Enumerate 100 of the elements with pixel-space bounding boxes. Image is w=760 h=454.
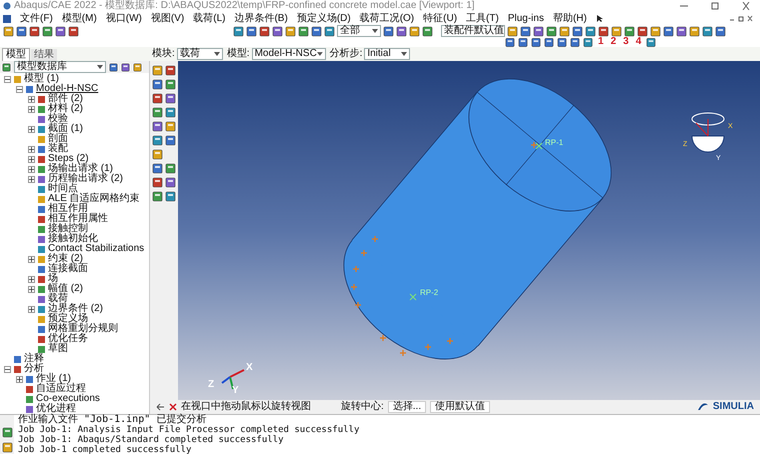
module-tool-icon[interactable] <box>165 135 176 146</box>
menu-item[interactable]: 视图(V) <box>150 14 184 24</box>
display-tool-icon[interactable] <box>702 26 713 36</box>
view-tool-icon[interactable] <box>246 26 257 36</box>
display-tool-icon[interactable] <box>598 26 609 36</box>
file-tool-icon[interactable] <box>16 26 27 36</box>
display-tool-icon[interactable] <box>715 26 726 36</box>
tree-item[interactable]: Steps (2) <box>48 154 89 164</box>
tree-item[interactable]: 材料 (2) <box>48 104 83 114</box>
maximize-icon[interactable] <box>710 2 720 10</box>
module-tool-icon[interactable] <box>152 107 163 118</box>
view-orientation-icon[interactable] <box>583 36 593 48</box>
file-tool-icon[interactable] <box>29 26 40 36</box>
tree-item[interactable]: 预定义场 <box>48 314 88 324</box>
tree-item[interactable]: 相互作用属性 <box>48 214 108 224</box>
file-tool-icon[interactable] <box>3 26 14 36</box>
tree-item[interactable]: 注释 <box>24 354 44 364</box>
app-menu-icon[interactable] <box>3 14 11 22</box>
file-tool-icon[interactable] <box>68 26 79 36</box>
menu-item[interactable]: 视口(W) <box>106 14 142 24</box>
expand-toggle[interactable] <box>28 256 35 262</box>
tree-selector-dropdown[interactable]: 模型数据库 <box>14 61 106 73</box>
display-tool-icon[interactable] <box>663 26 674 36</box>
module-tool-icon[interactable] <box>165 177 176 188</box>
tree-item[interactable]: 装配 <box>48 144 68 154</box>
collapse-toggle[interactable] <box>4 76 11 82</box>
menu-item[interactable]: 帮助(H) <box>552 14 587 24</box>
tree-item[interactable]: 优化任务 <box>48 334 88 344</box>
menu-item[interactable]: 文件(F) <box>20 14 53 24</box>
tree-item[interactable]: ALE 自适应网格约束 <box>48 194 140 204</box>
selection-filter-dropdown[interactable]: 全部 <box>337 25 381 37</box>
tree-item[interactable]: 接触控制 <box>48 224 88 234</box>
tree-item[interactable]: 相互作用 <box>48 204 88 214</box>
view-orientation-icon[interactable] <box>570 36 580 48</box>
display-group-dropdown[interactable]: 装配件默认值 <box>441 25 505 37</box>
view-orientation-icon[interactable] <box>505 36 515 48</box>
tree-item[interactable]: 历程输出请求 (2) <box>48 174 123 184</box>
menu-item[interactable]: 工具(T) <box>466 14 499 24</box>
module-tool-icon[interactable] <box>165 107 176 118</box>
tree-item[interactable]: 草图 <box>48 344 68 354</box>
module-tool-icon[interactable] <box>152 65 163 76</box>
view-tool-icon[interactable] <box>233 26 244 36</box>
expand-toggle[interactable] <box>28 106 35 112</box>
menu-item[interactable]: 边界条件(B) <box>234 14 288 24</box>
tree-item[interactable]: 自适应过程 <box>36 384 86 394</box>
select-tool-icon[interactable] <box>396 26 407 36</box>
file-tool-icon[interactable] <box>55 26 66 36</box>
tree-item[interactable]: Model-H-NSC <box>36 84 98 94</box>
display-tool-icon[interactable] <box>559 26 570 36</box>
tree-item[interactable]: 部件 (2) <box>48 94 83 104</box>
view-orientation-icon[interactable] <box>544 36 554 48</box>
menu-item[interactable]: 特征(U) <box>423 14 458 24</box>
tree-item[interactable]: 载荷 <box>48 294 68 304</box>
tree-item[interactable]: 连接截面 <box>48 264 88 274</box>
module-tool-icon[interactable] <box>165 121 176 132</box>
collapse-toggle[interactable] <box>4 366 11 372</box>
display-tool-icon[interactable] <box>585 26 596 36</box>
view-tool-icon[interactable] <box>259 26 270 36</box>
tree-item[interactable]: 剖面 <box>48 134 68 144</box>
tree-item[interactable]: Co-executions <box>36 394 100 404</box>
back-arrow-icon[interactable] <box>156 403 165 411</box>
select-tool-icon[interactable] <box>383 26 394 36</box>
expand-toggle[interactable] <box>28 166 35 172</box>
tree-item[interactable]: 网格重划分规则 <box>48 324 118 334</box>
tree-item[interactable]: 场输出请求 (1) <box>48 164 113 174</box>
expand-toggle[interactable] <box>28 276 35 282</box>
prompt-button[interactable]: 使用默认值 <box>430 401 490 413</box>
tree-item[interactable]: 接触初始化 <box>48 234 98 244</box>
expand-toggle[interactable] <box>28 156 35 162</box>
saved-view-button[interactable]: 4 <box>634 37 644 47</box>
module-tool-icon[interactable] <box>152 163 163 174</box>
saved-view-button[interactable]: 2 <box>608 37 618 47</box>
module-tool-icon[interactable] <box>165 163 176 174</box>
panel-tab[interactable]: 模型 <box>2 48 30 61</box>
tree-item[interactable]: 校验 <box>48 114 68 124</box>
model-tree-icon[interactable] <box>2 62 11 72</box>
display-tool-icon[interactable] <box>637 26 648 36</box>
module-tool-icon[interactable] <box>165 79 176 90</box>
module-tool-icon[interactable] <box>152 135 163 146</box>
help-cursor-icon[interactable] <box>596 14 605 23</box>
display-tool-icon[interactable] <box>507 26 518 36</box>
view-tool-icon[interactable] <box>272 26 283 36</box>
module-tool-icon[interactable] <box>165 191 176 202</box>
module-tool-icon[interactable] <box>152 177 163 188</box>
display-tool-icon[interactable] <box>546 26 557 36</box>
tree-item[interactable]: 截面 (1) <box>48 124 83 134</box>
menu-item[interactable]: 载荷(L) <box>193 14 226 24</box>
tree-item[interactable]: 作业 (1) <box>36 374 71 384</box>
module-tool-icon[interactable] <box>165 65 176 76</box>
close-icon[interactable] <box>741 2 751 10</box>
tree-item[interactable]: 幅值 (2) <box>48 284 83 294</box>
module-tool-icon[interactable] <box>152 79 163 90</box>
module-dropdown[interactable]: Model-H-NSC <box>252 48 326 60</box>
tree-item[interactable]: 模型 (1) <box>24 74 59 84</box>
expand-toggle[interactable] <box>28 306 35 312</box>
module-tool-icon[interactable] <box>152 121 163 132</box>
expand-toggle[interactable] <box>28 176 35 182</box>
tree-item[interactable]: Contact Stabilizations <box>48 244 144 254</box>
file-tool-icon[interactable] <box>42 26 53 36</box>
select-tool-icon[interactable] <box>422 26 433 36</box>
